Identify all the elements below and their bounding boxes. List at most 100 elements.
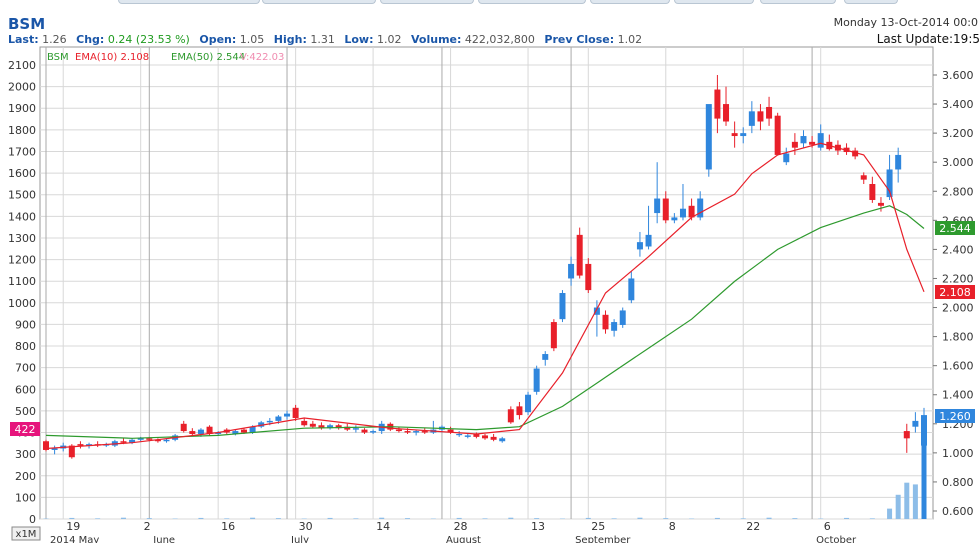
candle bbox=[679, 208, 686, 218]
volume-tick-label: 1700 bbox=[8, 145, 36, 158]
volume-tick-label: 1200 bbox=[8, 254, 36, 267]
volume-tick-label: 700 bbox=[15, 362, 36, 375]
candle bbox=[533, 368, 540, 392]
volume-bar bbox=[766, 517, 772, 519]
volume-tick-label: 800 bbox=[15, 340, 36, 353]
price-tick-label: 2.800 bbox=[942, 185, 974, 198]
candle bbox=[266, 420, 273, 423]
candle bbox=[189, 431, 196, 434]
candle bbox=[490, 436, 497, 440]
candle bbox=[197, 429, 204, 434]
price-tick-label: 1.600 bbox=[942, 360, 974, 373]
volume-bar bbox=[146, 518, 152, 519]
volume-tick-label: 900 bbox=[15, 318, 36, 331]
candle bbox=[525, 394, 532, 413]
candle bbox=[791, 141, 798, 148]
price-tick-label: 1.800 bbox=[942, 331, 974, 344]
price-tick-label: 1.400 bbox=[942, 389, 974, 402]
candle bbox=[662, 198, 669, 221]
date-tick-label: 14 bbox=[376, 520, 390, 533]
candle bbox=[404, 431, 411, 433]
price-chart[interactable]: 2100200019001800170016001500140013001200… bbox=[0, 0, 980, 543]
candle bbox=[275, 416, 282, 421]
month-label: July bbox=[290, 535, 309, 543]
price-tick-label: 1.000 bbox=[942, 447, 974, 460]
candle bbox=[757, 111, 764, 122]
date-tick-label: 8 bbox=[669, 520, 676, 533]
volume-bar bbox=[921, 442, 927, 519]
volume-bar bbox=[405, 518, 411, 519]
candle bbox=[507, 409, 514, 423]
legend-ema50: EMA(50) 2.544 bbox=[171, 52, 245, 63]
candle bbox=[456, 433, 463, 436]
volume-bar bbox=[379, 517, 385, 519]
candle bbox=[395, 429, 402, 432]
volume-badge: 422 bbox=[10, 422, 40, 436]
month-label: September bbox=[575, 535, 631, 543]
volume-bar bbox=[120, 517, 126, 519]
candle bbox=[482, 435, 488, 439]
candle bbox=[568, 263, 575, 279]
candle bbox=[499, 438, 506, 442]
zoom-button-label[interactable]: x1M bbox=[16, 529, 37, 540]
date-tick-label: 25 bbox=[591, 520, 605, 533]
volume-bar bbox=[69, 517, 75, 519]
candle bbox=[895, 154, 902, 170]
volume-bar bbox=[895, 494, 901, 519]
candle bbox=[542, 354, 549, 360]
month-label: August bbox=[446, 535, 481, 543]
candle bbox=[361, 429, 368, 433]
volume-bar bbox=[611, 518, 617, 519]
volume-bar bbox=[637, 517, 643, 519]
volume-tick-label: 1900 bbox=[8, 102, 36, 115]
volume-bar bbox=[353, 518, 359, 519]
volume-bar bbox=[508, 517, 514, 519]
candle bbox=[783, 153, 790, 163]
volume-tick-label: 1100 bbox=[8, 275, 36, 288]
price-tick-label: 2.000 bbox=[942, 302, 974, 315]
candle bbox=[421, 431, 428, 433]
candle bbox=[146, 438, 153, 440]
price-tick-label: 2.400 bbox=[942, 243, 974, 256]
price-tick-label: 2.200 bbox=[942, 272, 974, 285]
volume-bar bbox=[482, 518, 488, 519]
volume-tick-label: 1600 bbox=[8, 167, 36, 180]
date-tick-label: 6 bbox=[824, 520, 831, 533]
candle bbox=[180, 423, 187, 432]
volume-bar bbox=[95, 518, 101, 519]
x-axis: 19 2 16 30 14 28 13 25 8 22 6 bbox=[66, 520, 830, 533]
candle bbox=[731, 133, 738, 137]
candle bbox=[800, 136, 807, 144]
month-label: October bbox=[816, 535, 857, 543]
plot-area bbox=[39, 46, 934, 520]
candle bbox=[921, 415, 927, 446]
price-tick-label: 3.600 bbox=[942, 69, 974, 82]
last-price-badge: 1.260 bbox=[935, 409, 975, 423]
candle bbox=[869, 184, 876, 200]
candle bbox=[619, 310, 626, 325]
volume-bar bbox=[224, 518, 230, 519]
candle bbox=[714, 89, 721, 119]
legend-volume: V:422.03 bbox=[240, 52, 284, 63]
candle bbox=[723, 104, 730, 122]
volume-tick-label: 200 bbox=[15, 470, 36, 483]
candle bbox=[903, 431, 910, 439]
candle bbox=[611, 322, 618, 331]
date-tick-label: 22 bbox=[746, 520, 760, 533]
candle bbox=[766, 106, 773, 119]
volume-bar bbox=[792, 518, 798, 519]
price-tick-label: 3.000 bbox=[942, 156, 974, 169]
price-tick-label: 0.600 bbox=[942, 505, 974, 518]
volume-tick-label: 1300 bbox=[8, 232, 36, 245]
candle bbox=[120, 441, 127, 443]
candle bbox=[671, 217, 678, 221]
candle bbox=[809, 141, 816, 145]
ema50-badge: 2.544 bbox=[935, 221, 975, 235]
candle bbox=[697, 198, 704, 218]
candle bbox=[602, 314, 609, 330]
date-tick-label: 2 bbox=[144, 520, 151, 533]
zoom-button[interactable]: x1M bbox=[11, 526, 41, 541]
candle bbox=[877, 202, 884, 206]
candle bbox=[370, 431, 377, 433]
candle bbox=[240, 429, 247, 433]
